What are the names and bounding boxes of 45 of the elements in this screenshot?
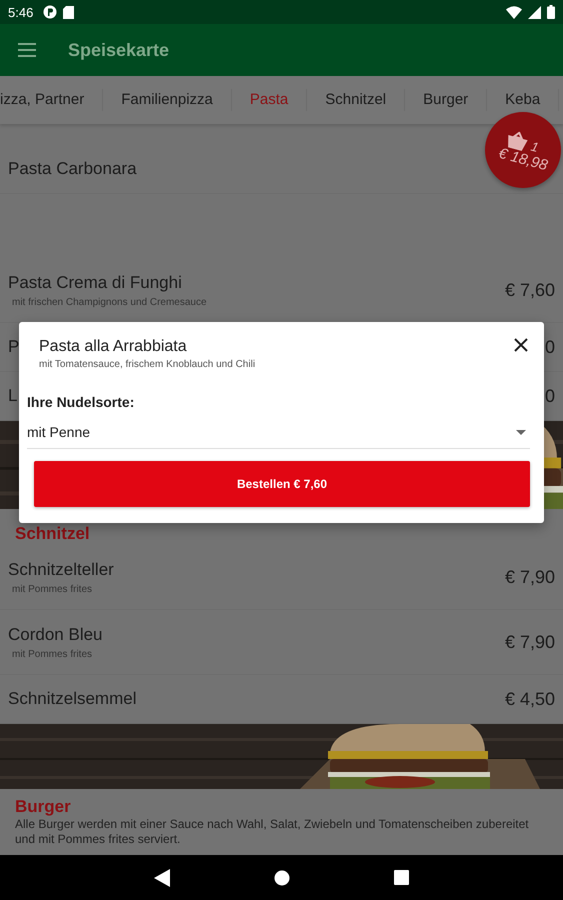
home-icon[interactable] <box>274 870 290 886</box>
battery-icon <box>547 5 555 19</box>
dish-price: € 7,90 <box>504 566 555 588</box>
dish-name: Pasta Crema di Funghi <box>8 272 183 292</box>
dialog-title: Pasta alla Arrabbiata <box>39 338 188 356</box>
dish-price: € 7,90 <box>504 632 555 652</box>
category-tab[interactable]: izza, Partner <box>0 89 104 111</box>
dish-price: € 4,50 <box>504 688 555 710</box>
signal-icon <box>528 6 541 18</box>
dish-price: 0 <box>544 386 555 406</box>
sd-card-icon <box>63 6 74 18</box>
dish-name: L <box>8 386 18 406</box>
dish-price: 0 <box>544 336 555 358</box>
close-icon[interactable] <box>514 338 528 352</box>
dish-description: mit Pommes frites <box>12 584 94 594</box>
dish-name: Cordon Bleu <box>8 624 103 644</box>
dropdown-field[interactable]: mit Penne <box>27 416 530 449</box>
app-title: Speisekarte <box>68 40 170 60</box>
notification-icon <box>43 5 58 19</box>
cart-badge[interactable]: 1 € 18,98 <box>485 112 561 188</box>
cart-count: 1 <box>530 138 541 154</box>
dish-description: mit Pommes frites <box>12 648 94 660</box>
dish-name: Schnitzelsemmel <box>8 689 136 709</box>
section-title: Burger <box>15 797 72 817</box>
dish-name: P <box>8 337 20 357</box>
section-description: Alle Burger werden mit einer Sauce nach Wahl, Salat, Zwiebeln und Tomatenscheiben zubereitet und mit Pommes frites serviert. <box>15 817 530 847</box>
category-tab[interactable]: Burger <box>405 89 488 111</box>
dialog-subtitle: mit Tomatensauce, frischem Knoblauch und Chili <box>39 359 256 370</box>
category-tab[interactable]: Familienpizza <box>103 89 232 111</box>
dish-description: mit frischen Champignons und Cremesauce <box>12 296 207 308</box>
order-button[interactable]: Bestellen € 7,60 <box>34 461 530 507</box>
menu-icon[interactable] <box>18 43 36 57</box>
status-time: 5:46 <box>8 4 34 20</box>
option-label: Ihre Nudelsorte: <box>27 394 136 410</box>
category-tab[interactable]: Pasta <box>232 89 308 111</box>
back-icon[interactable] <box>154 868 170 886</box>
dropdown-value: mit Penne <box>27 424 90 440</box>
caret-icon <box>516 430 526 434</box>
dish-name: Schnitzelteller <box>8 560 114 580</box>
wifi-icon <box>506 6 522 18</box>
category-tab[interactable]: Keba <box>487 89 560 111</box>
dish-price: € 7,60 <box>504 280 555 300</box>
section-title: Schnitzel <box>15 524 91 544</box>
category-tab[interactable]: Schnitzel <box>307 89 406 111</box>
dish-name: Pasta Carbonara <box>8 159 137 179</box>
